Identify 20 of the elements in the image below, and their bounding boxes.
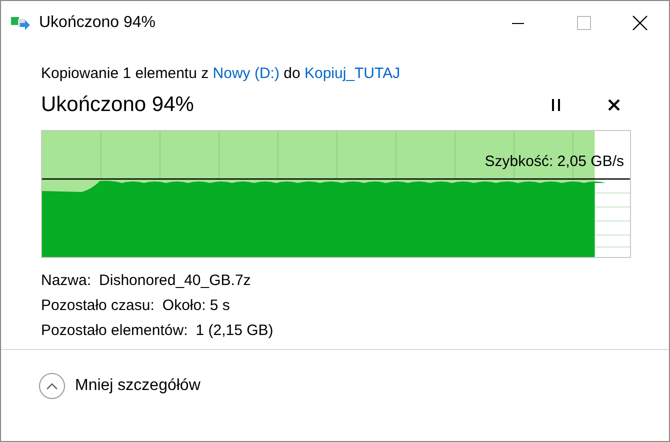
detail-value: 1 (2,15 GB) (196, 322, 274, 339)
detail-label: Nazwa: (41, 272, 92, 289)
detail-label: Pozostało czasu: (41, 297, 154, 314)
copy-description: Kopiowanie 1 elementu z Nowy (D:) do Kopiuj_TUTAJ (41, 65, 402, 82)
details-toggle[interactable]: Mniej szczegółów (39, 373, 200, 399)
detail-value: Dishonored_40_GB.7z (99, 272, 251, 289)
detail-value: Około: 5 s (162, 297, 230, 314)
pause-icon (551, 99, 561, 111)
close-icon (632, 15, 648, 31)
maximize-icon (577, 16, 591, 30)
speed-label: Szybkość: 2,05 GB/s (484, 153, 624, 170)
chevron-icon (46, 382, 58, 390)
close-icon (608, 99, 620, 111)
detail-label: Pozostało elementów: (41, 322, 188, 339)
source-link[interactable]: Nowy (D:) (212, 65, 280, 82)
window-title: Ukończono 94% (39, 14, 157, 32)
copy-icon (11, 15, 31, 31)
destination-link[interactable]: Kopiuj_TUTAJ (304, 65, 400, 82)
minimize-icon (512, 22, 524, 24)
progress-heading: Ukończono 94% (41, 93, 195, 117)
